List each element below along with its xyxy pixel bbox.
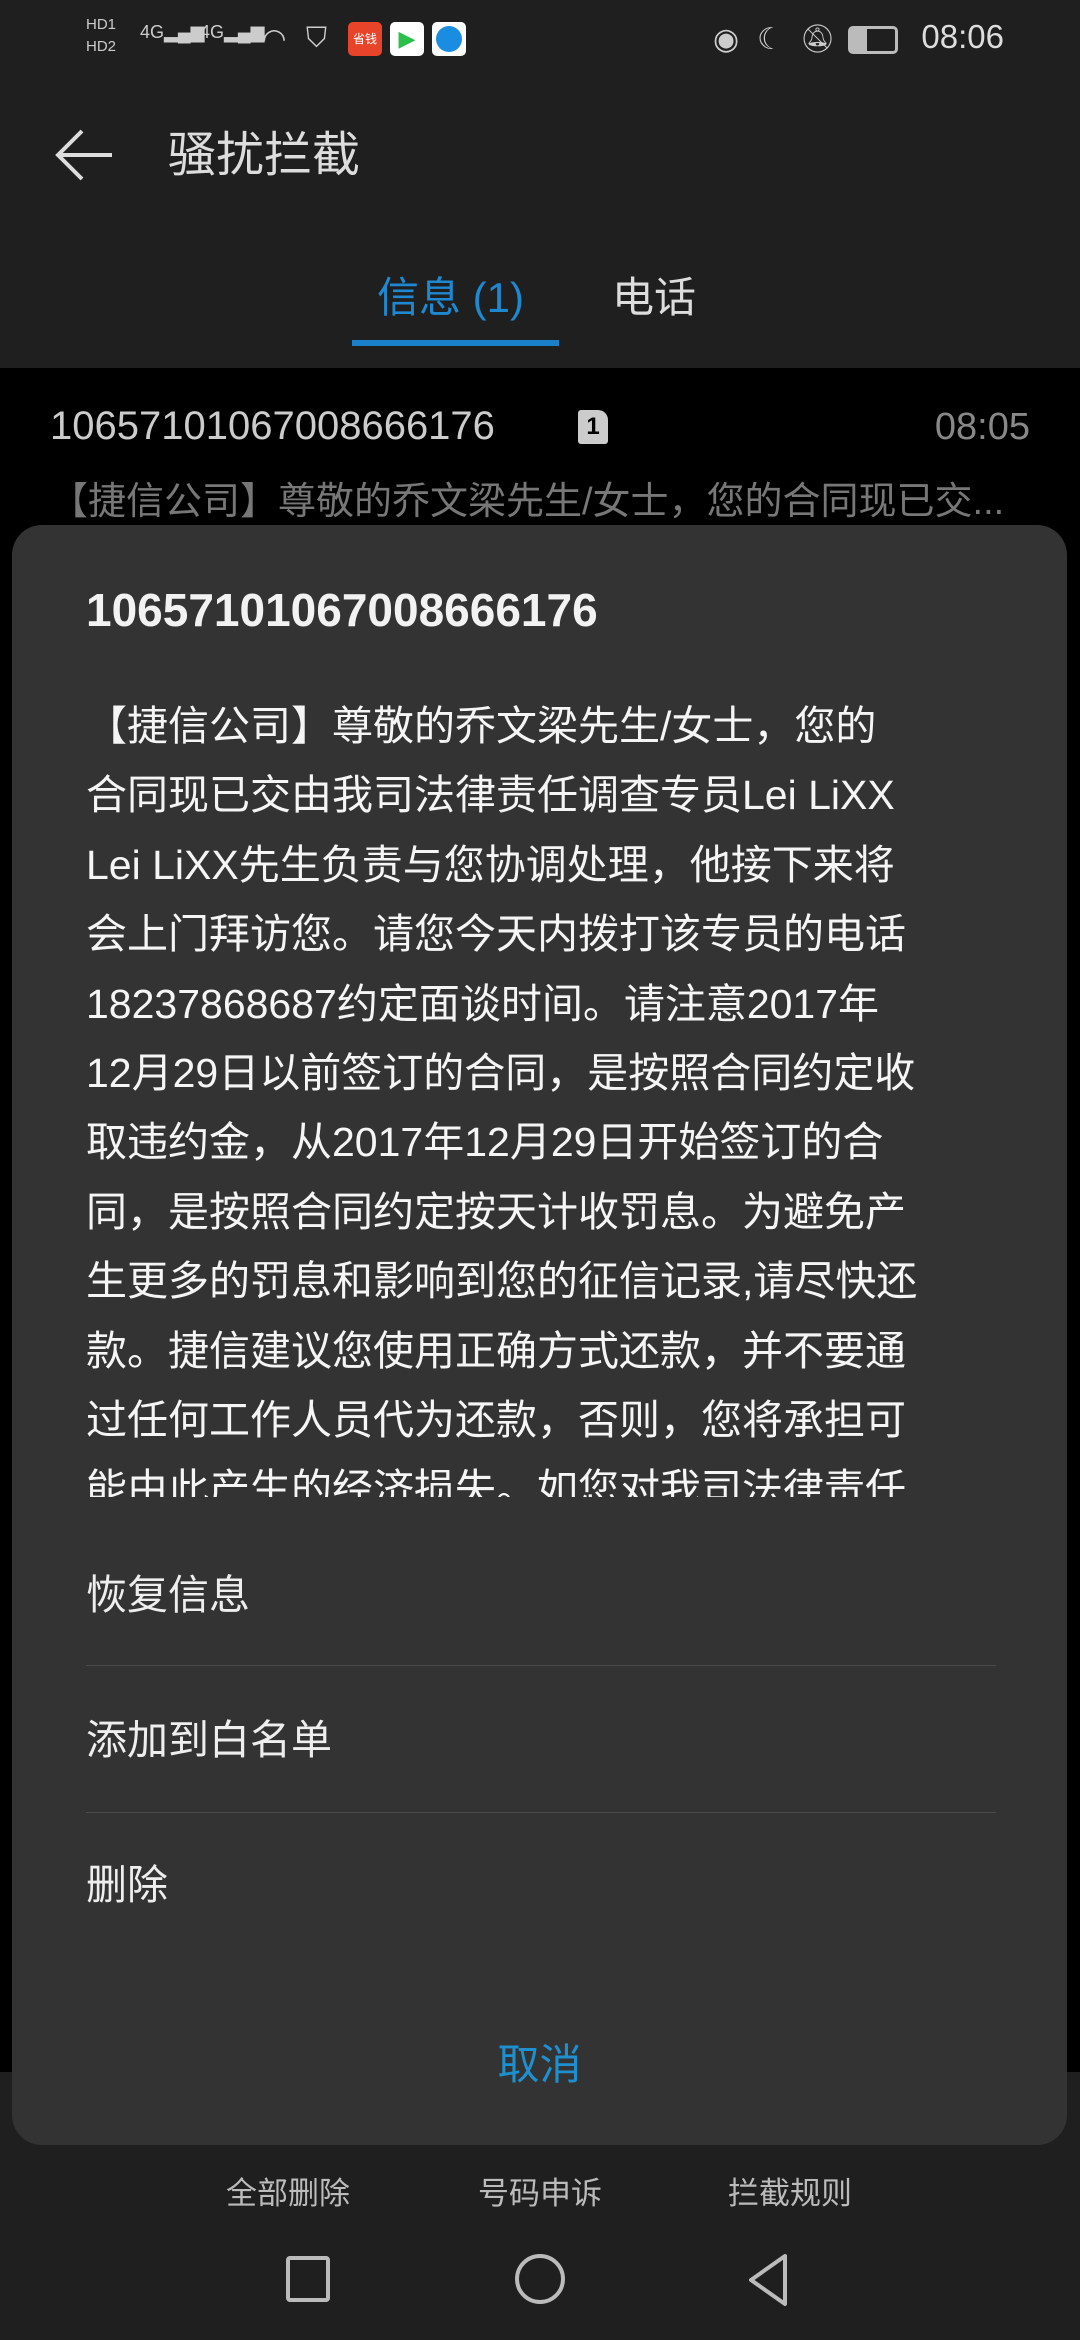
body-line: 【捷信公司】尊敬的乔文梁先生/女士，您的 xyxy=(86,703,877,749)
divider xyxy=(86,1812,996,1813)
recents-square-icon[interactable] xyxy=(286,2256,330,2302)
divider xyxy=(86,1665,996,1666)
app-header xyxy=(0,80,1080,368)
sender-number: 10657101067008666176 xyxy=(50,404,495,448)
moon-icon: ☾ xyxy=(757,23,784,56)
tab-messages[interactable]: 信息 (1) xyxy=(377,270,524,326)
body-line: 18237868687约定面谈时间。请注意2017年 xyxy=(86,980,880,1027)
eye-icon: ◉ xyxy=(713,23,740,56)
sim-card-icon: 1 xyxy=(578,410,608,444)
body-line: Lei LiXX先生负责与您协调处理，他接下来将 xyxy=(86,841,895,888)
restore-message-option[interactable]: 恢复信息 xyxy=(86,1547,996,1644)
list-item[interactable]: 10657101067008666176 1 08:05 【捷信公司】尊敬的乔文… xyxy=(0,368,1080,528)
number-appeal-button[interactable]: 号码申诉 xyxy=(440,2168,640,2213)
back-triangle-icon[interactable] xyxy=(745,2252,791,2308)
active-tab-indicator xyxy=(352,340,559,346)
app-browser-icon xyxy=(432,22,466,56)
app-shengqian-icon: 省钱 xyxy=(348,22,382,56)
wifi-icon: ◠ xyxy=(262,23,287,54)
message-preview: 【捷信公司】尊敬的乔文梁先生/女士，您的合同现已交... xyxy=(50,481,1005,523)
signal-icon: 4G▂▄▆ xyxy=(140,22,205,42)
message-options-dialog: 10657101067008666176 【捷信公司】尊敬的乔文梁先生/女士，您… xyxy=(12,525,1067,2145)
body-line: 过任何工作人员代为还款，否则，您将承担可 xyxy=(86,1397,906,1444)
delete-all-button[interactable]: 全部删除 xyxy=(188,2168,388,2213)
app-video-icon: ▶ xyxy=(390,22,424,56)
body-line: 12月29日以前签订的合同，是按照合同约定收 xyxy=(86,1050,916,1097)
tab-calls[interactable]: 电话 xyxy=(612,270,696,326)
block-rules-button[interactable]: 拦截规则 xyxy=(690,2168,890,2213)
body-line: 能由此产生的经济损失。如您对我司法律责任 xyxy=(86,1466,906,1497)
home-circle-icon[interactable] xyxy=(515,2254,565,2304)
shield-icon: ⛉ xyxy=(306,22,328,53)
back-button[interactable] xyxy=(52,125,116,185)
clock: 08:06 xyxy=(921,18,1004,55)
cancel-button[interactable]: 取消 xyxy=(12,2025,1067,2105)
page-title: 骚扰拦截 xyxy=(168,129,361,182)
battery-icon xyxy=(848,26,898,54)
body-line: 款。捷信建议您使用正确方式还款，并不要通 xyxy=(86,1327,906,1374)
message-time: 08:05 xyxy=(934,406,1030,448)
hd-icon: HD1 HD2 xyxy=(86,16,117,55)
status-bar: HD1 HD2 4G▂▄▆ 4G▂▄▆ ◠ ⛉ 省钱 ▶ ◉ ☾ 🔕︎ 08:06 xyxy=(0,0,1080,80)
dialog-title: 10657101067008666176 xyxy=(86,584,598,636)
bell-off-icon: 🔕︎ xyxy=(800,23,836,54)
add-to-whitelist-option[interactable]: 添加到白名单 xyxy=(86,1692,996,1789)
body-line: 同，是按照合同约定按天计收罚息。为避免产 xyxy=(86,1188,906,1235)
signal-icon: 4G▂▄▆ xyxy=(200,22,265,42)
body-line: 生更多的罚息和影响到您的征信记录,请尽快还 xyxy=(86,1258,918,1305)
navigation-bar xyxy=(0,2222,1080,2340)
body-line: 取违约金，从2017年12月29日开始签订的合 xyxy=(86,1119,884,1166)
body-line: 会上门拜访您。请您今天内拨打该专员的电话 xyxy=(86,911,906,958)
message-body[interactable]: 【捷信公司】尊敬的乔文梁先生/女士，您的 合同现已交由我司法律责任调查专员Lei… xyxy=(86,692,1026,1497)
body-line: 合同现已交由我司法律责任调查专员Lei LiXX xyxy=(86,772,895,819)
arrow-left-icon xyxy=(55,129,112,181)
delete-option[interactable]: 删除 xyxy=(86,1837,996,1934)
